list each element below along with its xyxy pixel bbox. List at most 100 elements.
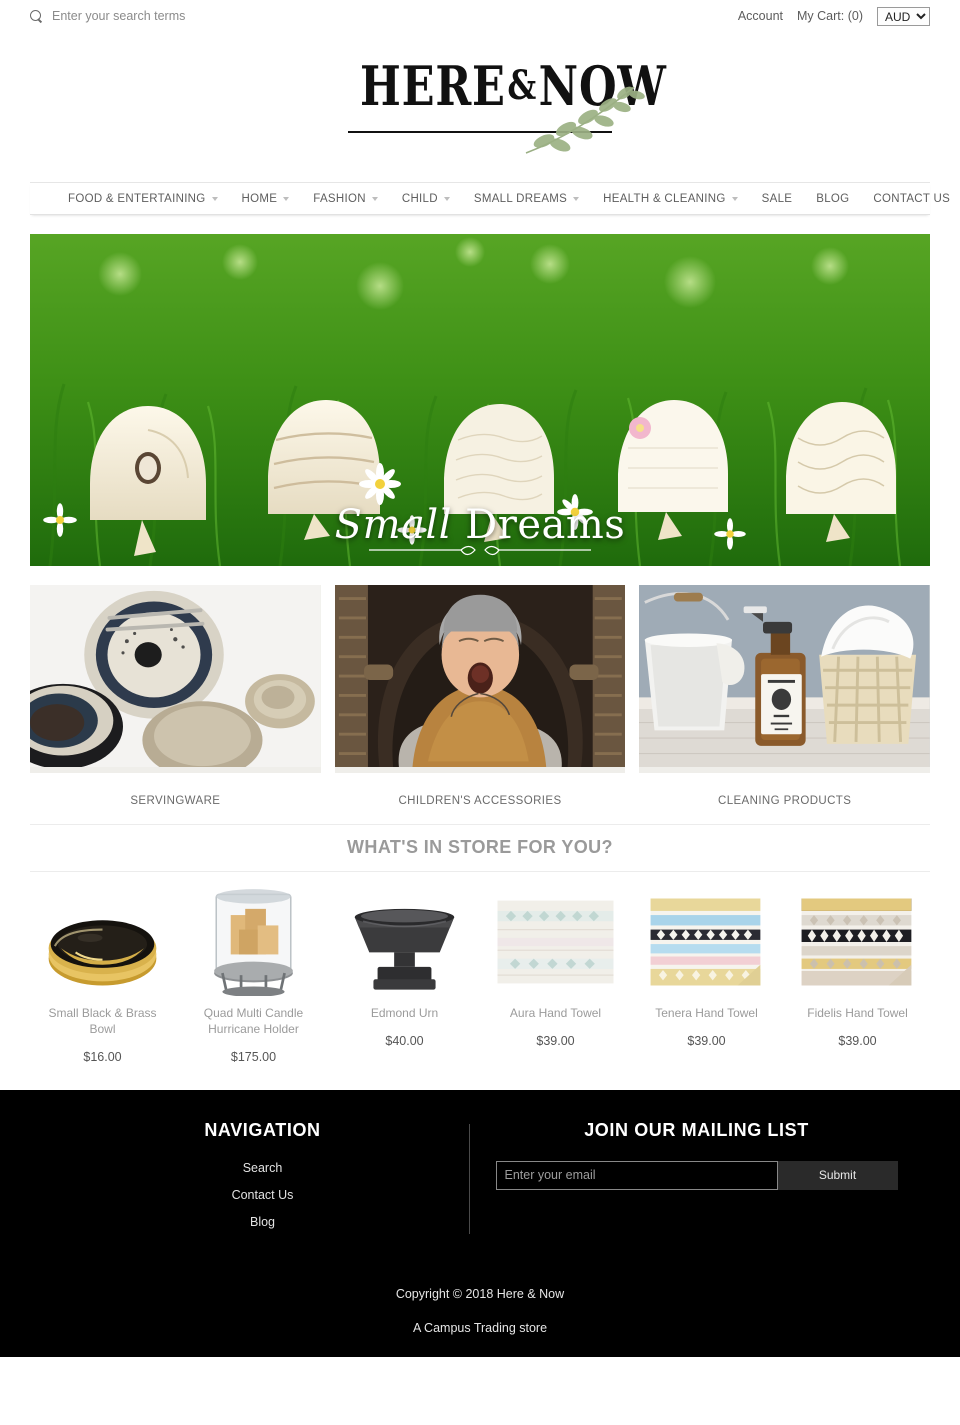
chevron-down-icon	[443, 196, 450, 201]
nav-label: CHILD	[401, 192, 438, 205]
logo-word-here: HERE	[360, 54, 506, 118]
category-image-childrens-accessories[interactable]	[334, 585, 626, 773]
nav-label: FASHION	[313, 192, 366, 205]
product-image[interactable]	[634, 886, 779, 996]
nav-label: HOME	[241, 192, 278, 205]
product-title: Aura Hand Towel	[509, 1006, 602, 1020]
search-box[interactable]	[30, 9, 372, 23]
site-logo[interactable]: HERE&NOW	[0, 32, 960, 182]
nav-item-blog[interactable]: BLOG	[816, 193, 849, 205]
product-title: Edmond Urn	[370, 1006, 439, 1020]
site-footer: NAVIGATION Search Contact Us Blog JOIN O…	[0, 1089, 960, 1357]
nav-item-small-dreams[interactable]: SMALL DREAMS	[473, 192, 580, 205]
chevron-down-icon	[573, 196, 580, 201]
servingware-image	[30, 585, 321, 773]
chevron-down-icon	[731, 196, 738, 201]
account-link[interactable]: Account	[738, 9, 783, 23]
top-utility-links: Account My Cart: (0) AUD	[738, 6, 930, 26]
quad-candle-hurricane-image	[214, 889, 293, 996]
childrens-accessories-image	[334, 585, 626, 768]
nav-label: SALE	[761, 192, 793, 205]
product-title: Small Black & Brass Bowl	[48, 1006, 157, 1036]
product-card[interactable]: Fidelis Hand Towel $39.00	[785, 886, 930, 1048]
nav-label: CONTACT US	[873, 192, 951, 205]
footer-link-search[interactable]: Search	[55, 1161, 470, 1175]
newsletter-signup: JOIN OUR MAILING LIST Submit	[470, 1120, 905, 1242]
nav-item-fashion[interactable]: FASHION	[313, 193, 378, 205]
newsletter-form: Submit	[488, 1160, 905, 1190]
category-label[interactable]: SERVINGWARE	[30, 773, 321, 807]
chevron-down-icon	[211, 196, 218, 201]
product-price: $40.00	[385, 1033, 424, 1048]
nav-item-contact-us[interactable]: CONTACT US	[873, 193, 950, 205]
attribution-text: A Campus Trading store	[412, 1320, 548, 1335]
product-card[interactable]: Small Black & Brass Bowl $16.00	[30, 886, 175, 1064]
product-price: $175.00	[230, 1049, 277, 1064]
edmond-urn-image	[354, 908, 455, 990]
product-image[interactable]	[483, 886, 628, 996]
product-card[interactable]: Aura Hand Towel $39.00	[483, 886, 628, 1048]
nav-label: BLOG	[816, 192, 850, 205]
footer-link-blog[interactable]: Blog	[55, 1215, 470, 1229]
nav-item-health-cleaning[interactable]: HEALTH & CLEANING	[603, 192, 738, 205]
fidelis-hand-towel-image	[801, 898, 912, 986]
product-price: $39.00	[838, 1033, 877, 1048]
hero-banner[interactable]: Small Dreams	[30, 234, 930, 566]
chevron-down-icon	[283, 196, 290, 201]
product-title: Tenera Hand Towel	[655, 1006, 758, 1020]
chevron-down-icon	[371, 196, 378, 201]
category-image-servingware[interactable]	[30, 585, 321, 773]
category-label[interactable]: CLEANING PRODUCTS	[639, 773, 930, 807]
category-tile-servingware[interactable]: SERVINGWARE	[30, 585, 321, 807]
product-card[interactable]: Edmond Urn $40.00	[332, 886, 477, 1048]
product-image[interactable]	[181, 886, 326, 996]
olive-branch-icon	[525, 86, 645, 154]
nav-label: FOOD & ENTERTAINING	[68, 192, 206, 205]
flourish-divider-icon	[369, 545, 591, 556]
product-title: Quad Multi Candle Hurricane Holder	[203, 1006, 304, 1036]
nav-item-sale[interactable]: SALE	[762, 193, 793, 205]
search-input[interactable]	[52, 9, 372, 23]
email-field[interactable]	[495, 1160, 778, 1190]
product-price: $39.00	[687, 1033, 726, 1048]
category-tile-childrens-accessories[interactable]: CHILDREN'S ACCESSORIES	[334, 585, 626, 807]
category-image-cleaning-products[interactable]	[639, 585, 930, 773]
footer-columns: NAVIGATION Search Contact Us Blog JOIN O…	[0, 1090, 960, 1242]
page-title: WHAT'S IN STORE FOR YOU?	[30, 824, 930, 872]
newsletter-submit-button[interactable]: Submit	[777, 1160, 898, 1190]
product-card[interactable]: Tenera Hand Towel $39.00	[634, 886, 779, 1048]
product-grid: Small Black & Brass Bowl $16.00 Quad Mul…	[30, 886, 930, 1064]
footer-divider	[469, 1123, 470, 1234]
product-card[interactable]: Quad Multi Candle Hurricane Holder $175.…	[181, 886, 326, 1064]
footer-link-contact-us[interactable]: Contact Us	[55, 1188, 470, 1202]
aura-hand-towel-image	[497, 900, 614, 984]
footer-nav-heading: NAVIGATION	[204, 1119, 321, 1140]
logo-graphic: HERE&NOW	[330, 53, 666, 161]
product-price: $16.00	[83, 1049, 122, 1064]
product-image[interactable]	[332, 886, 477, 996]
nav-item-child[interactable]: CHILD	[402, 193, 450, 205]
nav-label: SMALL DREAMS	[473, 192, 568, 205]
nav-item-home[interactable]: HOME	[242, 193, 290, 205]
search-icon	[30, 9, 43, 23]
copyright-text: Copyright © 2018 Here & Now	[395, 1286, 565, 1301]
top-utility-bar: Account My Cart: (0) AUD	[0, 0, 960, 32]
category-label[interactable]: CHILDREN'S ACCESSORIES	[335, 773, 626, 807]
product-price: $39.00	[536, 1033, 575, 1048]
newsletter-heading: JOIN OUR MAILING LIST	[584, 1119, 809, 1140]
product-image[interactable]	[30, 886, 175, 996]
small-black-brass-bowl-image	[48, 920, 157, 986]
copyright-block: Copyright © 2018 Here & Now A Campus Tra…	[0, 1287, 960, 1335]
category-tile-cleaning-products[interactable]: CLEANING PRODUCTS	[639, 585, 930, 807]
nav-label: HEALTH & CLEANING	[603, 192, 726, 205]
footer-navigation: NAVIGATION Search Contact Us Blog	[55, 1120, 470, 1242]
tenera-hand-towel-image	[650, 898, 761, 986]
main-navigation: FOOD & ENTERTAINING HOME FASHION CHILD S…	[30, 182, 950, 215]
category-tiles: SERVINGWARE CHILDREN'S ACCESSORIES CLEAN…	[30, 585, 930, 807]
currency-select[interactable]: AUD	[877, 6, 930, 26]
product-image[interactable]	[785, 886, 930, 996]
nav-item-food-entertaining[interactable]: FOOD & ENTERTAINING	[68, 193, 218, 205]
cleaning-products-image	[639, 585, 930, 768]
cart-link[interactable]: My Cart: (0)	[797, 9, 863, 23]
product-title: Fidelis Hand Towel	[807, 1006, 908, 1020]
